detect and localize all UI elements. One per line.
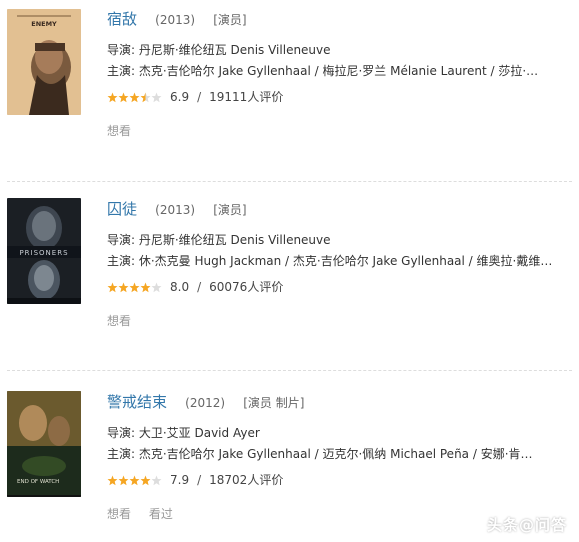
svg-text:ENEMY: ENEMY [31, 20, 57, 28]
rating-votes: 60076人评价 [209, 280, 284, 294]
star-icon [107, 282, 118, 292]
movie-year: (2013) [155, 203, 196, 217]
divider [7, 181, 572, 182]
movie-details: 宿敌 (2013) [演员] 导演: 丹尼斯·维伦纽瓦 Denis Villen… [107, 8, 572, 139]
rating-score: 7.9 [170, 473, 190, 487]
toutiao-logo-icon [458, 513, 481, 535]
movie-actions: 想看 [107, 123, 572, 139]
movie-year: (2012) [185, 396, 226, 410]
director-line: 导演: 丹尼斯·维伦纽瓦 Denis Villeneuve [107, 43, 331, 57]
movie-title-link[interactable]: 警戒结束 [107, 393, 167, 411]
star-icon [118, 92, 129, 102]
want-to-watch-button[interactable]: 想看 [107, 124, 131, 138]
rating-row: 6.9 / 19111人评价 [107, 88, 572, 106]
director-line: 导演: 大卫·艾亚 David Ayer [107, 426, 260, 440]
watermark-text: 头条@问答 [486, 515, 567, 534]
svg-text:END OF WATCH: END OF WATCH [17, 479, 59, 485]
movie-title-link[interactable]: 囚徒 [107, 200, 137, 218]
star-icon [107, 92, 118, 102]
rating-row: 8.0 / 60076人评价 [107, 278, 572, 296]
star-icon [129, 475, 140, 485]
star-icon [140, 92, 151, 102]
divider [7, 370, 572, 371]
rating-separator: / [197, 473, 202, 487]
title-row: 宿敌 (2013) [演员] [107, 8, 572, 30]
movie-details: 囚徒 (2013) [演员] 导演: 丹尼斯·维伦纽瓦 Denis Villen… [107, 198, 572, 329]
rating-stars [107, 92, 162, 103]
title-row: 警戒结束 (2012) [演员 制片] [107, 391, 572, 413]
want-to-watch-button[interactable]: 想看 [107, 507, 131, 521]
title-row: 囚徒 (2013) [演员] [107, 198, 572, 220]
star-icon [107, 475, 118, 485]
movie-year: (2013) [155, 13, 196, 27]
rating-stars [107, 282, 162, 293]
movie-roles: [演员] [213, 13, 247, 27]
star-icon [151, 282, 162, 292]
star-icon [151, 475, 162, 485]
rating-votes: 19111人评价 [209, 90, 284, 104]
star-icon [118, 475, 129, 485]
rating-row: 7.9 / 18702人评价 [107, 471, 572, 489]
movie-actions: 想看 [107, 313, 572, 329]
star-icon [129, 92, 140, 102]
star-icon [140, 282, 151, 292]
rating-score: 6.9 [170, 90, 190, 104]
movie-roles: [演员] [213, 203, 247, 217]
watermark: 头条@问答 [458, 512, 567, 536]
movie-roles: [演员 制片] [243, 396, 305, 410]
watched-button[interactable]: 看过 [149, 507, 173, 521]
rating-score: 8.0 [170, 280, 190, 294]
star-icon [140, 475, 151, 485]
star-icon [118, 282, 129, 292]
movie-title-link[interactable]: 宿敌 [107, 10, 137, 28]
cast-line: 主演: 杰克·吉伦哈尔 Jake Gyllenhaal / 梅拉尼·罗兰 Mél… [107, 64, 539, 78]
movie-poster-end-of-watch[interactable]: END OF WATCH [7, 391, 81, 497]
cast-line: 主演: 休·杰克曼 Hugh Jackman / 杰克·吉伦哈尔 Jake Gy… [107, 254, 553, 268]
movie-poster-prisoners[interactable]: PRISONERS [7, 198, 81, 304]
movie-details: 警戒结束 (2012) [演员 制片] 导演: 大卫·艾亚 David Ayer… [107, 391, 572, 522]
rating-separator: / [197, 90, 202, 104]
rating-separator: / [197, 280, 202, 294]
want-to-watch-button[interactable]: 想看 [107, 314, 131, 328]
star-icon [151, 92, 162, 102]
svg-text:PRISONERS: PRISONERS [19, 249, 68, 257]
star-icon [129, 282, 140, 292]
cast-line: 主演: 杰克·吉伦哈尔 Jake Gyllenhaal / 迈克尔·佩纳 Mic… [107, 447, 533, 461]
rating-stars [107, 475, 162, 486]
rating-votes: 18702人评价 [209, 473, 284, 487]
director-line: 导演: 丹尼斯·维伦纽瓦 Denis Villeneuve [107, 233, 331, 247]
movie-poster-enemy[interactable]: ENEMY [7, 9, 81, 115]
